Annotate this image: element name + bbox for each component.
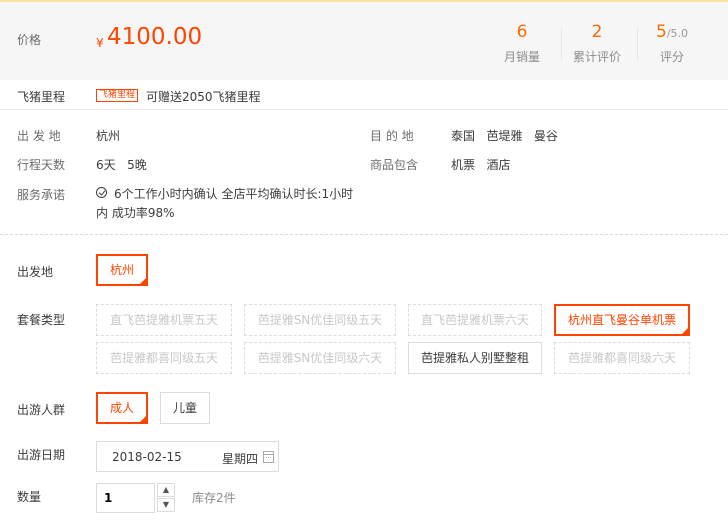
chevron-down-icon[interactable]: ▼ [157, 498, 175, 512]
stat-label: 评分 [659, 50, 684, 64]
includes-value: 机票 酒店 [451, 158, 511, 172]
price-value: 4100.00 [107, 24, 203, 50]
destination-info-label: 目 的 地 [370, 129, 414, 143]
stat-reviews[interactable]: 2 累计评价 [565, 22, 629, 65]
stat-rating: 5/5.0 评分 [640, 22, 704, 65]
chevron-up-icon[interactable]: ▲ [157, 483, 175, 497]
option-package-8: 芭提雅都喜同级六天 [554, 342, 690, 374]
section-divider [0, 234, 728, 235]
includes-label: 商品包含 [370, 158, 419, 172]
promise-text: 6个工作小时内确认 全店平均确认时长:1小时内 成功率98% [96, 187, 354, 220]
date-weekday: 星期四 [222, 452, 259, 466]
option-package-5: 芭提雅都喜同级五天 [96, 342, 232, 374]
stat-value: 5/5.0 [655, 22, 689, 42]
departure-info-value: 杭州 [96, 129, 121, 143]
stat-divider [637, 28, 638, 60]
calendar-icon[interactable] [263, 451, 274, 463]
option-package-6: 芭提雅SN优佳同级六天 [244, 342, 396, 374]
date-picker[interactable]: 2018-02-15 星期四 [96, 441, 279, 472]
option-package-4[interactable]: 杭州直飞曼谷单机票 [554, 304, 690, 336]
option-package-7[interactable]: 芭提雅私人别墅整租 [408, 342, 542, 374]
option-package-2: 芭提雅SN优佳同级五天 [244, 304, 396, 336]
stat-divider [561, 28, 562, 60]
option-package-1: 直飞芭提雅机票五天 [96, 304, 232, 336]
quantity-input[interactable] [96, 483, 155, 513]
mileage-tag: 飞猪里程 [96, 89, 139, 102]
price-band: 价格 ¥ 4100.00 6 月销量 2 累计评价 5/5.0 评分 [0, 0, 728, 80]
stat-label: 月销量 [503, 50, 540, 64]
destination-info-value: 泰国 芭堤雅 曼谷 [451, 129, 558, 143]
option-traveler-child[interactable]: 儿童 [160, 392, 210, 424]
date-label: 出游日期 [17, 448, 66, 462]
divider [0, 109, 728, 110]
duration-label: 行程天数 [17, 158, 66, 172]
duration-value: 6天 5晚 [96, 158, 147, 172]
stat-monthly-sales: 6 月销量 [490, 22, 554, 65]
price-currency: ¥ [96, 36, 104, 50]
option-package-3: 直飞芭提雅机票六天 [408, 304, 542, 336]
stat-value: 2 [591, 22, 603, 42]
mileage-label: 飞猪里程 [17, 90, 66, 104]
quantity-label: 数量 [17, 490, 42, 504]
departure-info-label: 出 发 地 [17, 129, 61, 143]
option-traveler-adult[interactable]: 成人 [96, 392, 148, 424]
option-departure-hangzhou[interactable]: 杭州 [96, 254, 148, 286]
date-value: 2018-02-15 [112, 450, 182, 464]
departure-option-label: 出发地 [17, 265, 54, 279]
stat-label: 累计评价 [572, 50, 621, 64]
promise-label: 服务承诺 [17, 188, 66, 202]
price-label: 价格 [17, 33, 42, 47]
travelers-option-label: 出游人群 [17, 403, 66, 417]
stock-text: 库存2件 [192, 491, 236, 505]
package-option-label: 套餐类型 [17, 313, 66, 327]
stat-value: 6 [516, 22, 528, 42]
mileage-text: 可赠送2050飞猪里程 [146, 90, 261, 104]
